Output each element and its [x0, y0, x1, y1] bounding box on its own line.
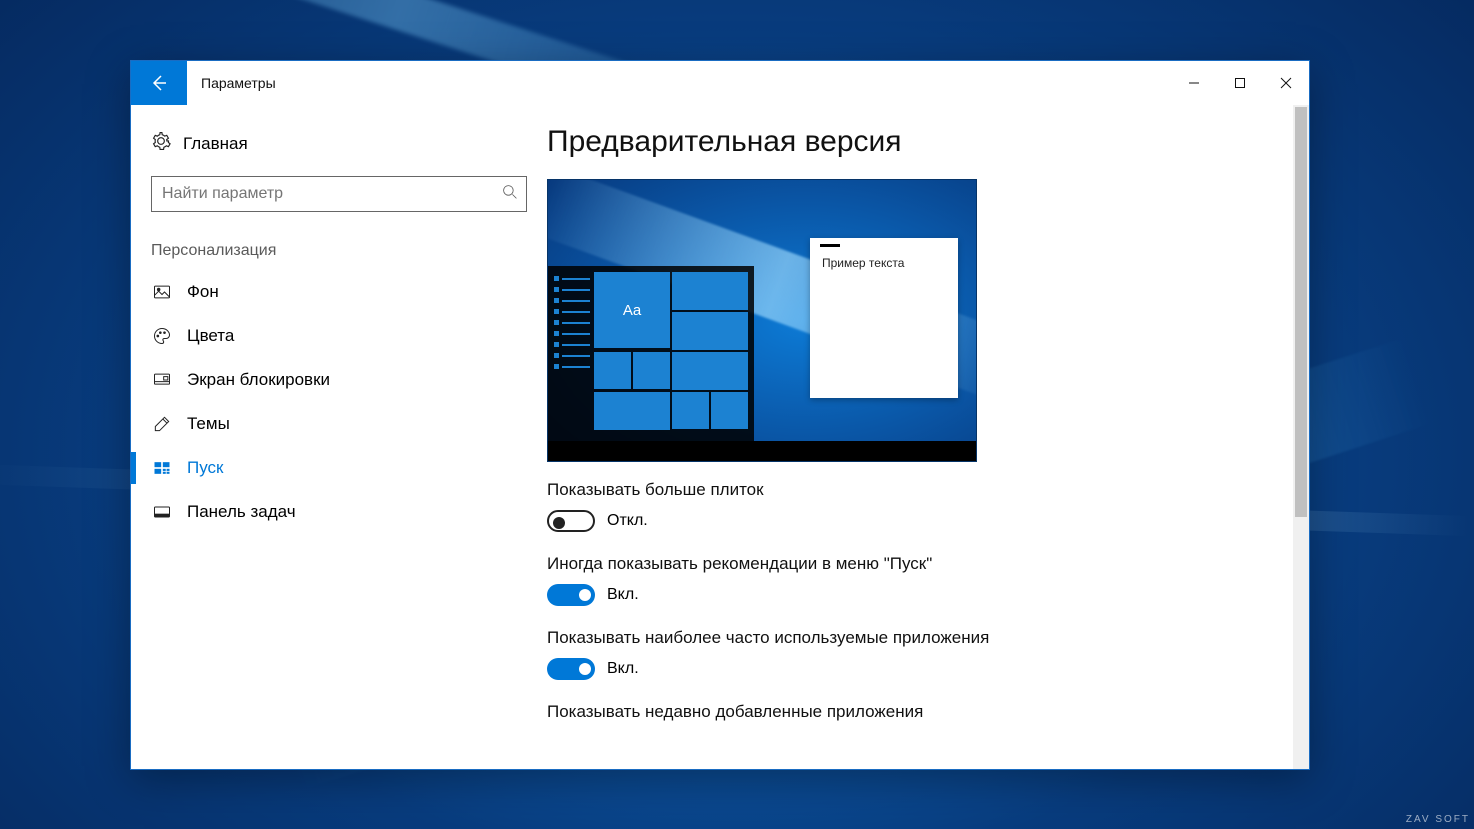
- scrollbar-thumb[interactable]: [1295, 107, 1307, 517]
- picture-icon: [151, 282, 173, 302]
- preview-taskbar: [548, 441, 976, 461]
- sidebar: Главная Персонализация Фон Цвета: [131, 105, 547, 769]
- sidebar-item-label: Фон: [187, 282, 219, 302]
- start-preview: Пример текста Aa: [547, 179, 977, 462]
- preview-start-menu: Aa: [548, 266, 754, 441]
- back-button[interactable]: [131, 61, 187, 105]
- setting-label: Показывать недавно добавленные приложени…: [547, 702, 1187, 722]
- palette-icon: [151, 326, 173, 346]
- toggle-more-tiles[interactable]: [547, 510, 595, 532]
- pencil-icon: [151, 414, 173, 434]
- sidebar-item-label: Темы: [187, 414, 230, 434]
- setting-recommendations: Иногда показывать рекомендации в меню "П…: [547, 554, 1187, 606]
- setting-label: Иногда показывать рекомендации в меню "П…: [547, 554, 1187, 574]
- search-input[interactable]: [162, 185, 502, 203]
- setting-label: Показывать наиболее часто используемые п…: [547, 628, 1187, 648]
- titlebar: Параметры: [131, 61, 1309, 105]
- setting-more-tiles: Показывать больше плиток Откл.: [547, 480, 1187, 532]
- sidebar-item-label: Экран блокировки: [187, 370, 330, 390]
- setting-most-used: Показывать наиболее часто используемые п…: [547, 628, 1187, 680]
- sidebar-item-colors[interactable]: Цвета: [131, 314, 547, 358]
- search-icon: [502, 184, 518, 205]
- sidebar-home-label: Главная: [183, 134, 248, 154]
- sidebar-item-label: Панель задач: [187, 502, 296, 522]
- main-panel: Предварительная версия Пример текста Aa: [547, 105, 1309, 769]
- settings-window: Параметры Главная: [130, 60, 1310, 770]
- scrollbar[interactable]: [1293, 105, 1309, 769]
- sidebar-item-background[interactable]: Фон: [131, 270, 547, 314]
- preview-sample-window: Пример текста: [810, 238, 958, 398]
- sidebar-item-taskbar[interactable]: Панель задач: [131, 490, 547, 534]
- toggle-state: Вкл.: [607, 586, 639, 604]
- sidebar-item-label: Пуск: [187, 458, 223, 478]
- toggle-state: Откл.: [607, 512, 648, 530]
- taskbar-icon: [151, 502, 173, 522]
- toggle-state: Вкл.: [607, 660, 639, 678]
- sidebar-item-label: Цвета: [187, 326, 234, 346]
- preview-sample-text: Пример текста: [822, 256, 946, 270]
- maximize-icon: [1234, 77, 1246, 89]
- window-title: Параметры: [187, 61, 290, 105]
- close-icon: [1280, 77, 1292, 89]
- toggle-recommendations[interactable]: [547, 584, 595, 606]
- gear-icon: [151, 131, 171, 156]
- maximize-button[interactable]: [1217, 61, 1263, 105]
- preview-tile-aa: Aa: [594, 272, 670, 348]
- monitor-icon: [151, 370, 173, 390]
- sidebar-category: Персонализация: [131, 218, 547, 270]
- sidebar-item-lockscreen[interactable]: Экран блокировки: [131, 358, 547, 402]
- back-arrow-icon: [149, 73, 169, 93]
- page-title: Предварительная версия: [547, 125, 1269, 159]
- close-button[interactable]: [1263, 61, 1309, 105]
- search-box[interactable]: [151, 176, 527, 212]
- sidebar-item-start[interactable]: Пуск: [131, 446, 547, 490]
- toggle-most-used[interactable]: [547, 658, 595, 680]
- watermark: ZAV SOFT: [1406, 814, 1470, 825]
- sidebar-home[interactable]: Главная: [131, 125, 547, 162]
- start-tiles-icon: [151, 458, 173, 478]
- setting-label: Показывать больше плиток: [547, 480, 1187, 500]
- setting-recently-added: Показывать недавно добавленные приложени…: [547, 702, 1187, 722]
- sidebar-item-themes[interactable]: Темы: [131, 402, 547, 446]
- minimize-button[interactable]: [1171, 61, 1217, 105]
- minimize-icon: [1188, 77, 1200, 89]
